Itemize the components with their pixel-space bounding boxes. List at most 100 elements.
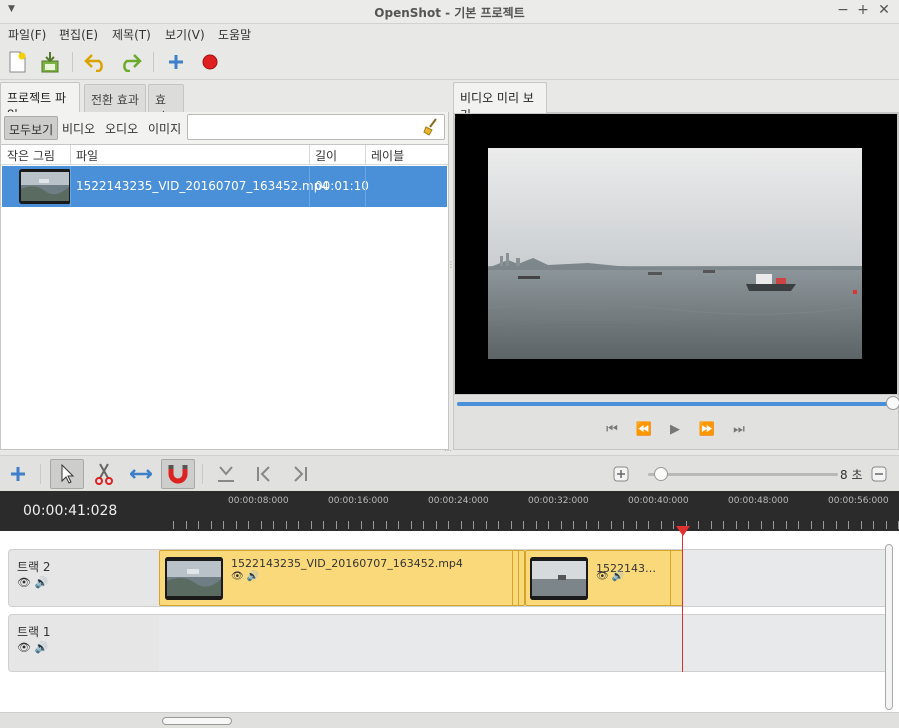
previous-marker-icon[interactable] — [247, 459, 281, 489]
left-tabs: 프로젝트 파일 전환 효과 효과 — [0, 82, 449, 124]
timeline-vertical-scrollbar[interactable] — [885, 544, 893, 710]
playhead-line[interactable] — [682, 531, 683, 672]
timeline-clip[interactable]: 1522143235_VID_20160707_163452.mp4 👁 🔊 — [159, 550, 525, 606]
jump-end-button[interactable]: ⏭ — [728, 422, 750, 438]
clear-filter-icon[interactable] — [422, 118, 440, 139]
playhead-marker[interactable] — [676, 526, 690, 536]
clip-handle[interactable] — [512, 551, 513, 605]
ruler-tick — [248, 521, 249, 529]
ruler-tick — [811, 521, 812, 529]
toolbar-separator — [40, 464, 41, 484]
column-thumbnail[interactable]: 작은 그림 — [7, 147, 55, 164]
add-marker-icon[interactable] — [209, 459, 243, 489]
column-length[interactable]: 길이 — [315, 147, 337, 164]
menu-edit[interactable]: 편집(E) — [59, 26, 98, 43]
menu-bar: 파일(F) 편집(E) 제목(T) 보기(V) 도움말 — [0, 24, 899, 44]
zoom-handle[interactable] — [653, 467, 668, 481]
new-project-icon[interactable] — [5, 50, 29, 74]
close-button[interactable]: ✕ — [876, 2, 892, 18]
ruler-tick — [223, 521, 224, 529]
column-label[interactable]: 레이블 — [371, 147, 404, 164]
track-area[interactable] — [159, 615, 889, 671]
add-track-icon[interactable] — [1, 459, 35, 489]
track-visibility-audio-icons[interactable]: 👁 🔊 — [17, 641, 48, 654]
video-preview — [454, 113, 898, 395]
tab-transitions[interactable]: 전환 효과 — [84, 84, 146, 112]
clip-icons[interactable]: 👁 🔊 — [596, 571, 624, 582]
zoom-in-icon[interactable] — [604, 459, 638, 489]
ruler-tick — [736, 521, 737, 529]
ruler-tick — [523, 521, 524, 529]
filter-video[interactable]: 비디오 — [58, 116, 99, 140]
ruler-tick — [323, 521, 324, 529]
timeline-ruler[interactable]: 00:00:41:028 00:00:08:000 00:00:16:000 0… — [0, 491, 899, 531]
toolbar-separator — [202, 464, 203, 484]
minimize-button[interactable]: − — [835, 2, 851, 18]
menu-help[interactable]: 도움말 — [218, 26, 251, 43]
ruler-tick — [373, 521, 374, 529]
import-files-icon[interactable] — [164, 50, 188, 74]
ruler-tick — [286, 521, 287, 529]
ruler-tick — [186, 521, 187, 529]
export-video-icon[interactable] — [198, 50, 222, 74]
redo-icon[interactable] — [118, 50, 142, 74]
files-table: 작은 그림 파일 길이 레이블 1522143235_VID_20160707_… — [0, 144, 449, 450]
ruler-label: 00:00:40:000 — [628, 496, 689, 506]
ruler-tick — [748, 521, 749, 529]
cell-divider — [309, 166, 310, 207]
search-input[interactable] — [187, 114, 445, 140]
save-project-icon[interactable] — [38, 50, 62, 74]
move-tool-icon[interactable] — [124, 459, 158, 489]
tab-video-preview[interactable]: 비디오 미리 보기 — [453, 82, 547, 122]
scrollbar-thumb[interactable] — [162, 717, 232, 725]
clip-handle[interactable] — [670, 551, 671, 605]
snapping-toggle-icon[interactable] — [161, 459, 195, 489]
ruler-tick — [198, 521, 199, 529]
track-1[interactable]: 트랙 1 👁 🔊 — [8, 614, 889, 672]
menu-title[interactable]: 제목(T) — [112, 26, 151, 43]
filter-show-all[interactable]: 모두보기 — [4, 116, 59, 140]
clip-icons[interactable]: 👁 🔊 — [231, 571, 259, 582]
ruler-tick — [661, 521, 662, 529]
ruler-tick — [623, 521, 624, 529]
timeline-toolbar: 8 초 — [0, 455, 899, 491]
track-area[interactable]: 1522143235_VID_20160707_163452.mp4 👁 🔊 1… — [159, 550, 889, 606]
seek-bar[interactable] — [457, 402, 893, 406]
track-2[interactable]: 트랙 2 👁 🔊 1522143235_VID_20160707_163452.… — [8, 549, 889, 607]
menu-file[interactable]: 파일(F) — [8, 26, 46, 43]
cell-divider — [365, 166, 366, 207]
ruler-label: 00:00:32:000 — [528, 496, 589, 506]
horizontal-splitter[interactable]: ⋯ — [444, 446, 452, 455]
clip-handle[interactable] — [518, 551, 519, 605]
filter-image[interactable]: 이미지 — [144, 116, 185, 140]
play-button[interactable]: ▶ — [664, 422, 686, 438]
timeline-clip[interactable]: 1522143… 👁 🔊 — [525, 550, 683, 606]
zoom-slider[interactable] — [648, 473, 838, 476]
tab-project-files[interactable]: 프로젝트 파일 — [0, 82, 80, 122]
rewind-button[interactable]: ⏪ — [633, 422, 655, 438]
seek-handle[interactable] — [886, 396, 899, 410]
ruler-tick — [636, 521, 637, 529]
file-name: 1522143235_VID_20160707_163452.mp4 — [76, 179, 329, 193]
track-visibility-audio-icons[interactable]: 👁 🔊 — [17, 576, 48, 589]
column-file[interactable]: 파일 — [76, 147, 98, 164]
next-marker-icon[interactable] — [283, 459, 317, 489]
timeline-horizontal-scrollbar[interactable] — [0, 712, 899, 728]
main-toolbar — [0, 44, 899, 80]
ruler-tick — [836, 521, 837, 529]
zoom-label: 8 초 — [840, 468, 863, 482]
fast-forward-button[interactable]: ⏩ — [696, 422, 718, 438]
ruler-label: 00:00:24:000 — [428, 496, 489, 506]
undo-icon[interactable] — [84, 50, 108, 74]
ruler-tick — [486, 521, 487, 529]
tab-effects[interactable]: 효과 — [148, 84, 184, 124]
table-row[interactable]: 1522143235_VID_20160707_163452.mp4 00:01… — [2, 166, 447, 207]
jump-start-button[interactable]: ⏮ — [601, 422, 623, 438]
menu-view[interactable]: 보기(V) — [165, 26, 205, 43]
maximize-button[interactable]: + — [855, 2, 871, 18]
filter-audio[interactable]: 오디오 — [101, 116, 142, 140]
razor-tool-icon[interactable] — [87, 459, 121, 489]
ruler-tick — [261, 521, 262, 529]
zoom-out-icon[interactable] — [862, 459, 896, 489]
select-tool-icon[interactable] — [50, 459, 84, 489]
